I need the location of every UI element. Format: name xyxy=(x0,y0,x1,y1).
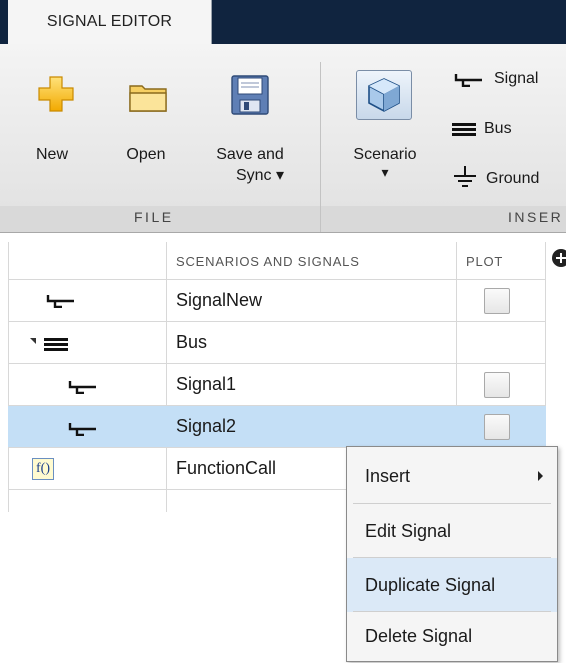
ground-icon xyxy=(454,166,476,187)
section-footer xyxy=(0,206,566,233)
save-label-line1: Save and xyxy=(216,146,284,163)
insert-ground-button[interactable]: Ground xyxy=(452,166,539,192)
ribbon-separator xyxy=(320,62,321,232)
row-name: FunctionCall xyxy=(176,458,277,478)
signal-label: Signal xyxy=(494,70,539,87)
table-row[interactable] xyxy=(8,322,546,364)
ground-label: Ground xyxy=(486,170,540,187)
function-icon-text: f() xyxy=(36,461,50,476)
signal-icon xyxy=(68,381,96,394)
tab-signal-editor[interactable]: SIGNAL EDITOR xyxy=(8,0,212,44)
row-name: Signal1 xyxy=(176,374,237,394)
add-column-icon[interactable] xyxy=(552,249,566,267)
scenario-dropdown-arrow[interactable]: ▾ xyxy=(374,162,396,183)
save-icon xyxy=(231,75,269,115)
expand-toggle-icon[interactable] xyxy=(30,338,36,344)
save-label: Save and Sync ▾ xyxy=(200,144,300,186)
bus-icon xyxy=(44,338,68,351)
menu-item-label: Duplicate Signal xyxy=(365,574,496,595)
menu-item-label: Delete Signal xyxy=(365,625,473,646)
menu-item-duplicate-signal[interactable]: Duplicate Signal xyxy=(347,558,557,612)
column-header-plot[interactable]: PLOT xyxy=(466,254,503,269)
menu-item-delete-signal[interactable]: Delete Signal xyxy=(347,609,557,663)
plot-checkbox[interactable] xyxy=(484,288,510,314)
save-and-sync-button[interactable] xyxy=(230,74,270,116)
cube-icon xyxy=(368,78,400,112)
open-label: Open xyxy=(126,146,166,163)
insert-signal-button[interactable]: Signal xyxy=(452,70,538,88)
menu-item-label: Insert xyxy=(365,465,411,486)
table-row[interactable] xyxy=(8,280,546,322)
context-menu: Insert Edit Signal Duplicate Signal Dele… xyxy=(346,446,558,662)
plot-checkbox[interactable] xyxy=(484,414,510,440)
scenario-button[interactable] xyxy=(356,70,412,120)
signal-icon xyxy=(454,74,482,87)
file-section-label: FILE xyxy=(134,209,174,225)
menu-item-insert[interactable]: Insert xyxy=(347,449,557,503)
row-name: SignalNew xyxy=(176,290,263,310)
signal-icon xyxy=(68,423,96,436)
save-label-line2: Sync ▾ xyxy=(235,167,285,184)
new-label: New xyxy=(35,146,68,163)
submenu-arrow-icon xyxy=(538,471,543,481)
open-button[interactable] xyxy=(128,80,170,114)
title-bar-edge xyxy=(0,0,8,44)
insert-bus-button[interactable]: Bus xyxy=(452,120,512,138)
bus-label: Bus xyxy=(484,120,512,137)
menu-item-edit-signal[interactable]: Edit Signal xyxy=(347,504,557,558)
row-name: Signal2 xyxy=(176,416,237,436)
insert-section-label: INSER xyxy=(508,209,564,225)
tab-label: SIGNAL EDITOR xyxy=(46,13,173,30)
menu-item-label: Edit Signal xyxy=(365,520,452,541)
plus-icon xyxy=(38,76,74,112)
new-button[interactable] xyxy=(30,74,76,114)
function-call-icon: f() xyxy=(32,458,54,480)
plot-checkbox[interactable] xyxy=(484,372,510,398)
row-name: Bus xyxy=(176,332,208,352)
signal-icon xyxy=(46,295,74,308)
column-header-scenarios[interactable]: SCENARIOS AND SIGNALS xyxy=(176,254,360,269)
bus-icon xyxy=(452,123,476,136)
folder-icon xyxy=(129,85,167,112)
